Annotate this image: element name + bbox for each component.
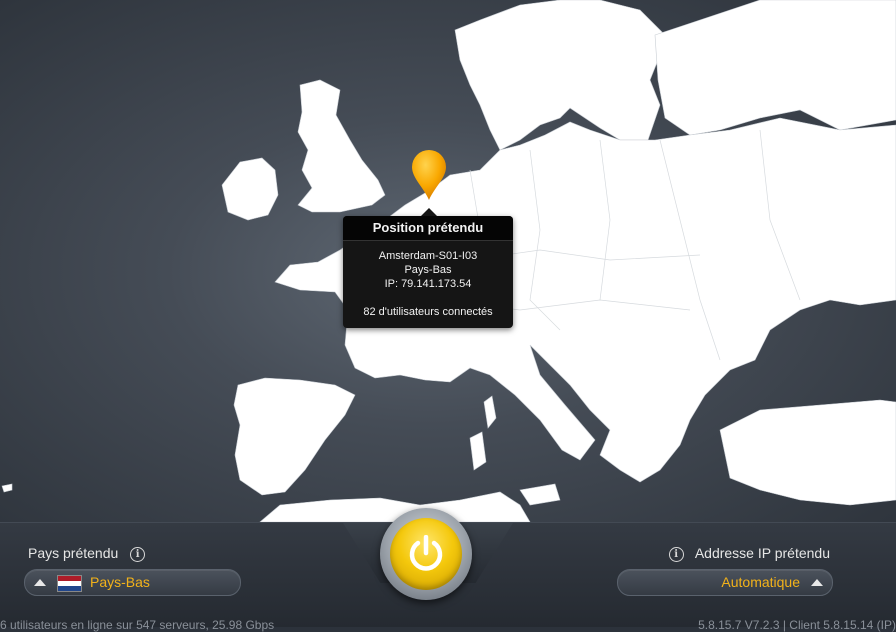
- tooltip-server: Amsterdam-S01-I03: [378, 250, 478, 262]
- country-label-row: Pays prétendu i: [28, 545, 146, 562]
- selected-ip: Automatique: [721, 574, 800, 590]
- info-icon[interactable]: i: [130, 546, 146, 562]
- ip-selector[interactable]: Automatique: [617, 569, 833, 596]
- chevron-up-icon[interactable]: [811, 579, 823, 586]
- ip-label: Addresse IP prétendu: [694, 545, 830, 561]
- ip-label-row: i Addresse IP prétendu: [668, 545, 830, 562]
- chevron-up-icon[interactable]: [34, 579, 46, 586]
- tooltip-title: Position prétendu: [343, 216, 513, 241]
- world-map[interactable]: Position prétendu Amsterdam-S01-I03 Pays…: [0, 0, 896, 522]
- flag-stripe-blue: [58, 586, 81, 591]
- country-selector[interactable]: Pays-Bas: [24, 569, 241, 596]
- country-label: Pays prétendu: [28, 545, 119, 561]
- location-tooltip: Position prétendu Amsterdam-S01-I03 Pays…: [343, 208, 513, 328]
- tooltip-country: Pays-Bas: [404, 264, 452, 276]
- map-pin-icon[interactable]: [410, 148, 448, 202]
- info-icon[interactable]: i: [668, 546, 684, 562]
- selected-country: Pays-Bas: [90, 574, 150, 590]
- footer-version: 5.8.15.7 V7.2.3 | Client 5.8.15.14 (IP): [698, 618, 896, 632]
- power-icon: [409, 535, 443, 571]
- tooltip-ip: IP: 79.141.173.54: [384, 278, 472, 290]
- footer-status: 6 utilisateurs en ligne sur 547 serveurs…: [0, 618, 275, 632]
- power-button[interactable]: [390, 518, 462, 590]
- tooltip-users: 82 d'utilisateurs connectés: [363, 306, 493, 318]
- power-button-ring: [380, 508, 472, 600]
- netherlands-flag-icon: [57, 575, 82, 592]
